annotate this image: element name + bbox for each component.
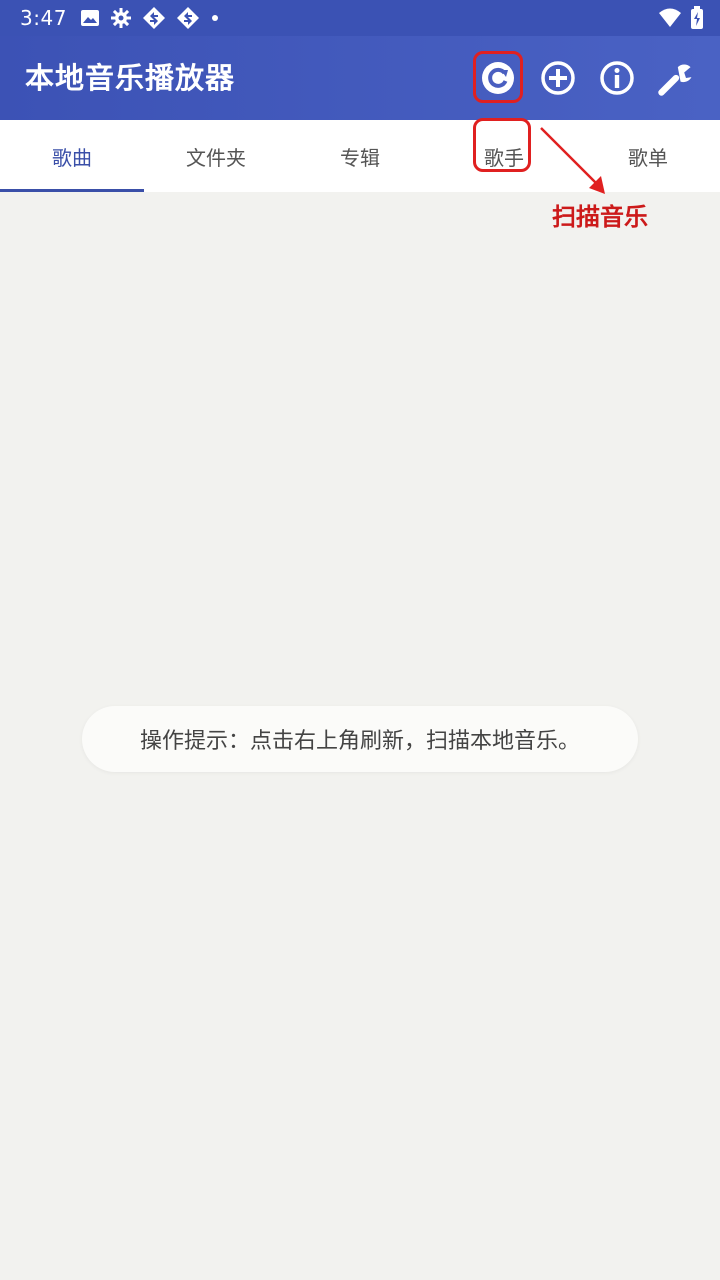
battery-icon [690,6,704,30]
wrench-icon [658,64,692,96]
sync-icon [176,6,200,30]
info-button[interactable] [597,58,637,98]
hint-toast-text: 操作提示：点击右上角刷新，扫描本地音乐。 [139,729,580,754]
info-icon [600,61,634,95]
dot-icon [210,13,220,23]
add-button[interactable] [538,58,578,98]
sync-icon [142,6,166,30]
status-time: 3:47 [20,6,67,30]
hint-toast: 操作提示：点击右上角刷新，扫描本地音乐。 [82,706,638,772]
annotation-highlight-refresh [473,51,523,103]
annotation-label: 扫描音乐 [552,203,648,231]
status-bar: 3:47 [0,0,720,36]
app-title: 本地音乐播放器 [25,61,236,95]
annotation-arrow [540,127,605,194]
add-circle-icon [541,61,575,95]
wifi-icon [658,7,682,29]
image-icon [80,8,100,28]
annotation-highlight-artists [473,118,531,172]
app-bar: 本地音乐播放器 [0,36,720,120]
tab-albums[interactable]: 专辑 [288,120,432,192]
tab-songs[interactable]: 歌曲 [0,120,144,192]
status-icons-left [80,7,220,29]
gear-icon [110,7,132,29]
settings-button[interactable] [656,58,696,98]
status-icons-right [658,6,704,30]
tab-folders[interactable]: 文件夹 [144,120,288,192]
